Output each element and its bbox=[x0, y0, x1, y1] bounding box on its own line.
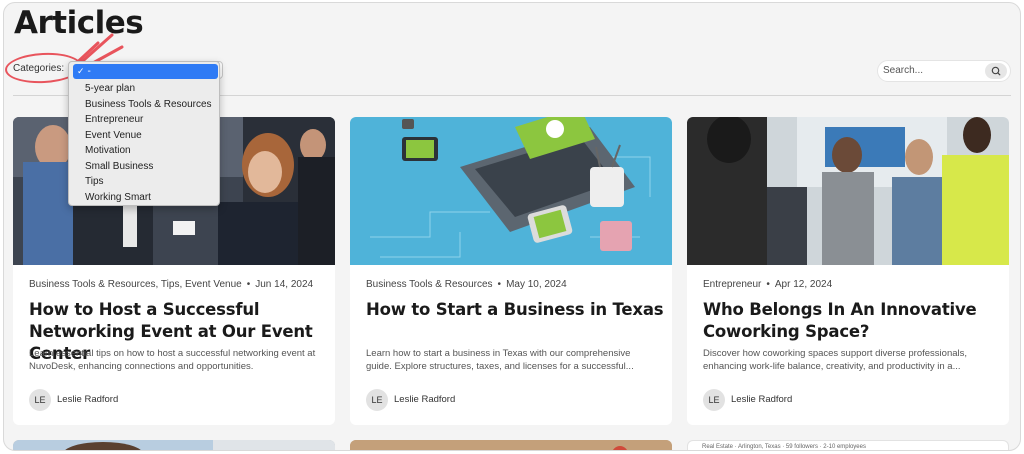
company-info-text: Real Estate · Arlington, Texas · 59 foll… bbox=[702, 444, 866, 450]
avatar: LE bbox=[366, 389, 388, 411]
search-icon bbox=[991, 66, 1001, 76]
article-title[interactable]: How to Start a Business in Texas bbox=[366, 299, 666, 321]
article-meta: Entrepreneur • Apr 12, 2024 bbox=[703, 279, 832, 290]
article-categories[interactable]: Business Tools & Resources bbox=[366, 279, 493, 290]
article-meta: Business Tools & Resources, Tips, Event … bbox=[29, 279, 313, 290]
meta-separator: • bbox=[497, 279, 502, 290]
search-button[interactable] bbox=[985, 63, 1007, 79]
article-card[interactable]: Business Tools & Resources • May 10, 2024 … bbox=[350, 117, 672, 425]
author-name: Leslie Radford bbox=[394, 394, 456, 405]
avatar: LE bbox=[703, 389, 725, 411]
article-date: Apr 12, 2024 bbox=[774, 279, 833, 290]
article-date: May 10, 2024 bbox=[506, 279, 567, 290]
categories-dropdown[interactable]: ✓ - 5-year plan Business Tools & Resource… bbox=[68, 61, 220, 206]
article-meta: Business Tools & Resources • May 10, 2024 bbox=[366, 279, 567, 290]
dropdown-option[interactable]: Small Business bbox=[85, 159, 153, 174]
dropdown-option[interactable]: Event Venue bbox=[85, 128, 142, 143]
dropdown-option-selected[interactable]: ✓ - bbox=[73, 64, 218, 79]
search-box[interactable]: Search... bbox=[877, 60, 1011, 82]
dropdown-option[interactable]: Motivation bbox=[85, 143, 131, 158]
article-description: Learn how to start a business in Texas w… bbox=[366, 348, 634, 372]
selected-option-label: - bbox=[87, 66, 91, 77]
article-date: Jun 14, 2024 bbox=[255, 279, 314, 290]
check-icon: ✓ bbox=[77, 66, 85, 76]
article-description: Learn essential tips on how to host a su… bbox=[29, 348, 316, 372]
meta-separator: • bbox=[246, 279, 251, 290]
article-description: Discover how coworking spaces support di… bbox=[703, 348, 968, 372]
article-title[interactable]: Who Belongs In An Innovative Coworking S… bbox=[703, 299, 1003, 343]
article-card-partial[interactable] bbox=[350, 440, 672, 450]
article-card[interactable]: Entrepreneur • Apr 12, 2024 Who Belongs In… bbox=[687, 117, 1009, 425]
author-name: Leslie Radford bbox=[731, 394, 793, 405]
article-categories[interactable]: Entrepreneur bbox=[703, 279, 761, 290]
dropdown-option[interactable]: Working Smart bbox=[85, 190, 151, 205]
article-categories[interactable]: Business Tools & Resources, Tips, Event … bbox=[29, 279, 242, 290]
author-name: Leslie Radford bbox=[57, 394, 119, 405]
page-frame: Articles Categories: ✓ - 5-year plan Busi… bbox=[3, 2, 1021, 451]
article-image[interactable] bbox=[350, 117, 672, 265]
article-card-partial[interactable]: Real Estate · Arlington, Texas · 59 foll… bbox=[687, 440, 1009, 450]
avatar: LE bbox=[29, 389, 51, 411]
meta-separator: • bbox=[766, 279, 770, 290]
article-image bbox=[13, 440, 335, 450]
article-image[interactable] bbox=[687, 117, 1009, 265]
dropdown-option[interactable]: Business Tools & Resources bbox=[85, 97, 212, 112]
search-input[interactable]: Search... bbox=[883, 65, 923, 76]
dropdown-option[interactable]: Entrepreneur bbox=[85, 112, 143, 127]
dropdown-option[interactable]: Tips bbox=[85, 174, 104, 189]
dropdown-option[interactable]: 5-year plan bbox=[85, 81, 135, 96]
article-card-partial[interactable] bbox=[13, 440, 335, 450]
article-image bbox=[350, 440, 672, 450]
